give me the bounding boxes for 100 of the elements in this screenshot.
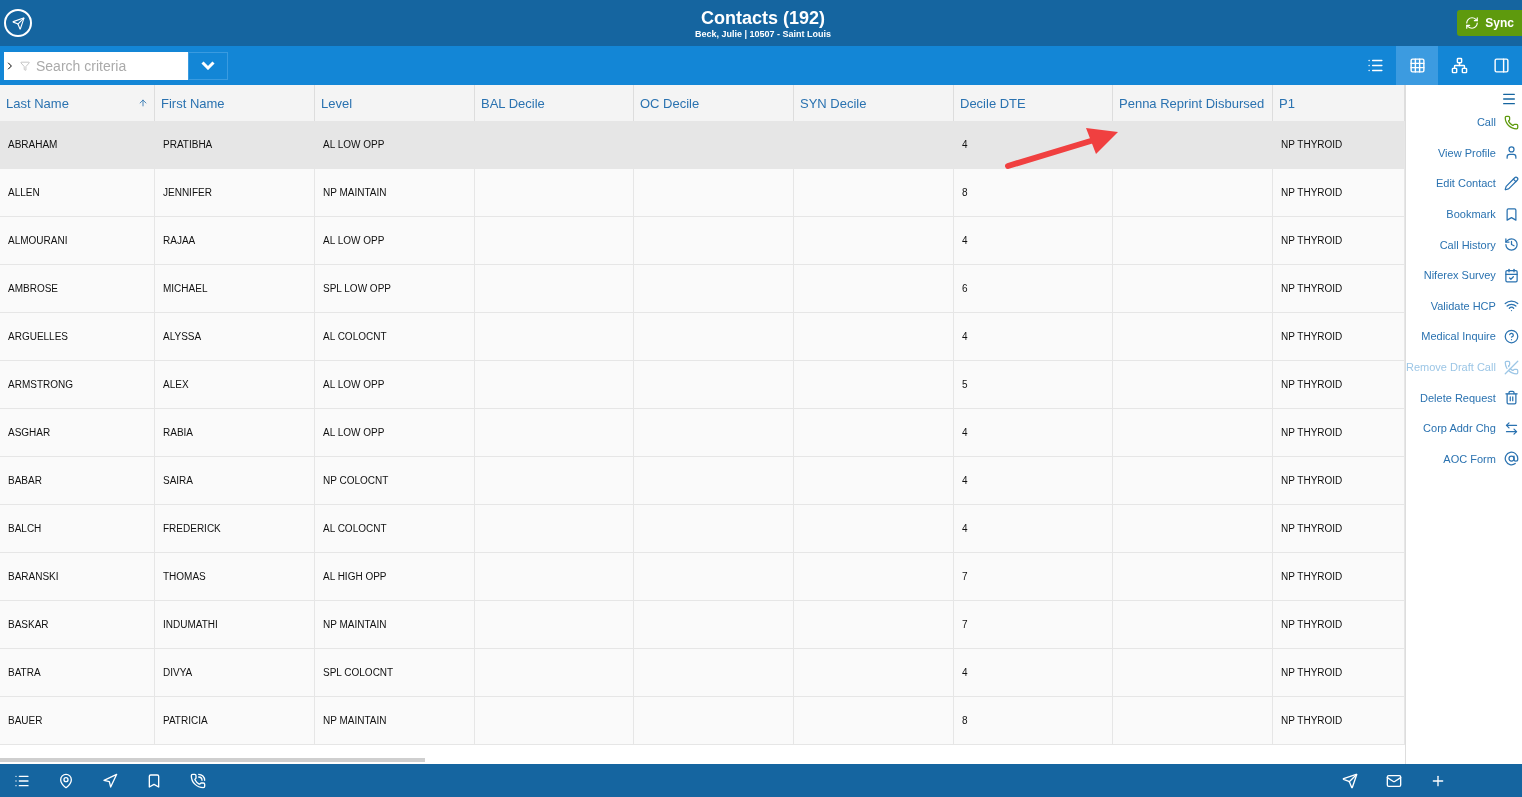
table-cell: 8 xyxy=(954,697,1113,744)
table-cell: 4 xyxy=(954,649,1113,696)
page-title: Contacts (192) xyxy=(700,7,825,29)
table-cell: AMBROSE xyxy=(0,265,155,312)
mail-icon[interactable] xyxy=(1386,772,1402,789)
table-cell: AL COLOCNT xyxy=(315,505,475,552)
table-cell: ALYSSA xyxy=(155,313,315,360)
table-cell: NP COLOCNT xyxy=(315,457,475,504)
table-row[interactable]: ABRAHAM PRATIBHA AL LOW OPP 4 NP THYROID xyxy=(0,121,1405,169)
table-cell: DIVYA xyxy=(155,649,315,696)
action-item[interactable]: Delete Request xyxy=(1406,382,1522,413)
table-cell: SPL LOW OPP xyxy=(315,265,475,312)
table-row[interactable]: ALMOURANI RAJAA AL LOW OPP 4 NP THYROID xyxy=(0,217,1405,265)
filter-icon xyxy=(19,59,30,72)
bookmark-icon[interactable] xyxy=(146,772,162,789)
table-cell: NP THYROID xyxy=(1273,361,1405,408)
table-row[interactable]: ARGUELLES ALYSSA AL COLOCNT 4 NP THYROID xyxy=(0,313,1405,361)
scrollbar[interactable] xyxy=(0,758,425,762)
table-row[interactable]: BARANSKI THOMAS AL HIGH OPP 7 NP THYROID xyxy=(0,553,1405,601)
table-cell: NP THYROID xyxy=(1273,217,1405,264)
table-cell: 6 xyxy=(954,265,1113,312)
table-cell: FREDERICK xyxy=(155,505,315,552)
navigation-icon[interactable] xyxy=(102,772,118,789)
table-cell: ABRAHAM xyxy=(0,121,155,168)
table-row[interactable]: BABAR SAIRA NP COLOCNT 4 NP THYROID xyxy=(0,457,1405,505)
table-cell: SAIRA xyxy=(155,457,315,504)
table-cell: NP THYROID xyxy=(1273,697,1405,744)
table-cell: 8 xyxy=(954,169,1113,216)
bookmark-icon xyxy=(1503,206,1519,222)
panel-icon xyxy=(1492,57,1510,74)
swap-icon xyxy=(1503,420,1519,436)
action-item[interactable]: View Profile xyxy=(1406,137,1522,169)
menu-icon[interactable] xyxy=(1500,91,1517,107)
table-row[interactable]: BASKAR INDUMATHI NP MAINTAIN 7 NP THYROID xyxy=(0,601,1405,649)
table-cell: ALEX xyxy=(155,361,315,408)
table-row[interactable]: ALLEN JENNIFER NP MAINTAIN 8 NP THYROID xyxy=(0,169,1405,217)
table-row[interactable]: BALCH FREDERICK AL COLOCNT 4 NP THYROID xyxy=(0,505,1405,553)
tree-icon xyxy=(1450,57,1468,74)
table-cell: NP THYROID xyxy=(1273,121,1405,168)
table-cell: ARMSTRONG xyxy=(0,361,155,408)
pencil-icon xyxy=(1503,176,1519,191)
table-cell: AL LOW OPP xyxy=(315,217,475,264)
table-cell: NP THYROID xyxy=(1273,505,1405,552)
table-cell: RABIA xyxy=(155,409,315,456)
table-cell: JENNIFER xyxy=(155,169,315,216)
history-icon xyxy=(1503,237,1519,253)
wifi-icon xyxy=(1503,298,1519,314)
table-cell: NP THYROID xyxy=(1273,601,1405,648)
question-icon xyxy=(1503,328,1519,344)
table-cell: NP THYROID xyxy=(1273,649,1405,696)
table-cell: THOMAS xyxy=(155,553,315,600)
action-item[interactable]: Validate HCP xyxy=(1406,290,1522,322)
at-icon xyxy=(1503,451,1519,467)
action-item[interactable]: Call History xyxy=(1406,229,1522,260)
table-cell: NP MAINTAIN xyxy=(315,697,475,744)
table-cell: BAUER xyxy=(0,697,155,744)
table-row[interactable]: ASGHAR RABIA AL LOW OPP 4 NP THYROID xyxy=(0,409,1405,457)
table-cell: PATRICIA xyxy=(155,697,315,744)
table-cell: BALCH xyxy=(0,505,155,552)
table-cell: BARANSKI xyxy=(0,553,155,600)
sync-button[interactable]: Sync xyxy=(1457,10,1522,36)
action-item[interactable]: Edit Contact xyxy=(1406,168,1522,199)
action-item[interactable]: Corp Addr Chg xyxy=(1406,412,1522,444)
phone-icon xyxy=(1503,114,1519,130)
search-field[interactable]: Search criteria xyxy=(34,56,188,75)
grid-icon xyxy=(1408,57,1426,74)
dropdown-button[interactable] xyxy=(188,51,228,80)
phone-off-icon xyxy=(1503,359,1519,375)
table-cell: MICHAEL xyxy=(155,265,315,312)
table-cell: ASGHAR xyxy=(0,409,155,456)
table-cell: 4 xyxy=(954,217,1113,264)
page-subtitle: Beck, Julie | 10507 - Saint Louis xyxy=(694,28,832,39)
table-cell: NP THYROID xyxy=(1273,265,1405,312)
table-cell: 7 xyxy=(954,601,1113,648)
table-cell: NP THYROID xyxy=(1273,553,1405,600)
action-item[interactable]: Niferex Survey xyxy=(1406,259,1522,291)
table-cell: NP MAINTAIN xyxy=(315,601,475,648)
search-bar[interactable]: Search criteria xyxy=(4,51,188,80)
table-row[interactable]: ARMSTRONG ALEX AL LOW OPP 5 NP THYROID xyxy=(0,361,1405,409)
refresh-icon xyxy=(1465,16,1480,30)
table-cell: ALLEN xyxy=(0,169,155,216)
table-cell: 5 xyxy=(954,361,1113,408)
table-cell: PRATIBHA xyxy=(155,121,315,168)
map-pin-icon[interactable] xyxy=(58,772,74,789)
action-item[interactable]: Medical Inquire xyxy=(1406,321,1522,352)
table-cell: 4 xyxy=(954,505,1113,552)
table-cell: NP THYROID xyxy=(1273,457,1405,504)
table-cell: NP THYROID xyxy=(1273,169,1405,216)
table-row[interactable]: BATRA DIVYA SPL COLOCNT 4 NP THYROID xyxy=(0,649,1405,697)
table-cell: NP MAINTAIN xyxy=(315,169,475,216)
table-row[interactable]: AMBROSE MICHAEL SPL LOW OPP 6 NP THYROID xyxy=(0,265,1405,313)
action-item[interactable]: Bookmark xyxy=(1406,198,1522,230)
table-cell: BABAR xyxy=(0,457,155,504)
table-row[interactable]: BAUER PATRICIA NP MAINTAIN 8 NP THYROID xyxy=(0,697,1405,745)
grid-view-button[interactable] xyxy=(1396,46,1438,85)
action-item[interactable]: Call xyxy=(1406,107,1522,138)
chevron-down-icon xyxy=(201,61,215,70)
table-cell: AL HIGH OPP xyxy=(315,553,475,600)
action-item[interactable]: AOC Form xyxy=(1406,443,1522,475)
table-cell: INDUMATHI xyxy=(155,601,315,648)
